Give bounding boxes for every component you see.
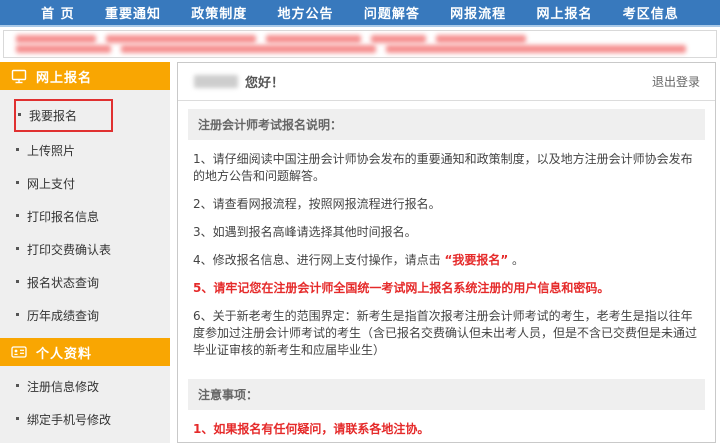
notes-title-bar: 注意事项：: [188, 379, 705, 410]
instruction-item-6: 6、关于新老考生的范围界定：新考生是指首次报考注册会计师考试的考生，老考生是指以…: [193, 308, 700, 359]
greeting-bar: 您好！ 退出登录: [178, 63, 715, 101]
redacted-notice-line: [16, 35, 704, 43]
sidebar-item-print-payment-confirmation[interactable]: 打印交费确认表: [14, 233, 170, 266]
nav-item-online-registration[interactable]: 网上报名: [536, 3, 592, 22]
sidebar-section-personal-info: 个人资料: [0, 338, 170, 366]
sidebar-item-i-want-to-register[interactable]: 我要报名: [14, 99, 113, 132]
sidebar-section-online-registration: 网上报名: [0, 62, 170, 90]
nav-item-local-announcements[interactable]: 地方公告: [278, 3, 334, 22]
instruction-item-2: 2、请查看网报流程，按照网报流程进行报名。: [193, 196, 700, 213]
sidebar-item-registration-status-query[interactable]: 报名状态查询: [14, 266, 170, 299]
instruction-item-1: 1、请仔细阅读中国注册会计师协会发布的重要通知和政策制度，以及地方注册会计师协会…: [193, 151, 700, 185]
sidebar-item-online-payment[interactable]: 网上支付: [14, 167, 170, 200]
sidebar-item-upload-photo[interactable]: 上传照片: [14, 134, 170, 167]
nav-item-home[interactable]: 首 页: [41, 3, 75, 22]
notice-banner: [3, 30, 717, 58]
sidebar-menu-personal: 注册信息修改 绑定手机号修改 用户密码修改 邮件地址修改: [0, 366, 170, 443]
nav-item-exam-area-info[interactable]: 考区信息: [623, 3, 679, 22]
redacted-username: [194, 75, 238, 88]
instructions-title-bar: 注册会计师考试报名说明：: [188, 109, 705, 140]
instruction-item-5: 5、请牢记您在注册会计师全国统一考试网上报名系统注册的用户信息和密码。: [193, 280, 700, 297]
top-navigation: 首 页 重要通知 政策制度 地方公告 问题解答 网报流程 网上报名 考区信息: [0, 0, 720, 27]
instruction-item-3: 3、如遇到报名高峰请选择其他时间报名。: [193, 224, 700, 241]
sidebar-item-modify-bound-phone[interactable]: 绑定手机号修改: [14, 403, 170, 436]
sidebar-section-title: 个人资料: [36, 343, 92, 362]
sidebar-item-past-scores-query[interactable]: 历年成绩查询: [14, 299, 170, 332]
monitor-icon: [11, 69, 27, 84]
nav-item-policies[interactable]: 政策制度: [191, 3, 247, 22]
sidebar-menu-registration: 我要报名 上传照片 网上支付 打印报名信息 打印交费确认表 报名状态查询 历年成…: [0, 90, 170, 338]
sidebar-section-title: 网上报名: [36, 67, 92, 86]
logout-link[interactable]: 退出登录: [652, 73, 700, 90]
redacted-notice-line: [16, 45, 704, 53]
id-card-icon: [11, 345, 27, 359]
note-item-1: 1、如果报名有任何疑问，请联系各地注协。: [193, 421, 700, 438]
sidebar-item-modify-registration-info[interactable]: 注册信息修改: [14, 370, 170, 403]
instruction-4-highlight: “我要报名”: [444, 253, 508, 267]
instruction-4-suffix: 。: [508, 253, 524, 267]
nav-item-online-process[interactable]: 网报流程: [450, 3, 506, 22]
sidebar: 网上报名 我要报名 上传照片 网上支付 打印报名信息 打印交费确认表 报名状态查…: [0, 62, 170, 443]
nav-item-faq[interactable]: 问题解答: [364, 3, 420, 22]
main-content-panel: 您好！ 退出登录 注册会计师考试报名说明： 1、请仔细阅读中国注册会计师协会发布…: [177, 62, 716, 443]
greeting-text: 您好！: [245, 72, 284, 91]
sidebar-item-print-registration-info[interactable]: 打印报名信息: [14, 200, 170, 233]
instruction-item-4: 4、修改报名信息、进行网上支付操作，请点击 “我要报名” 。: [193, 252, 700, 269]
sidebar-item-modify-password[interactable]: 用户密码修改: [14, 436, 170, 443]
nav-item-important-notices[interactable]: 重要通知: [105, 3, 161, 22]
instruction-4-prefix: 4、修改报名信息、进行网上支付操作，请点击: [193, 253, 444, 267]
